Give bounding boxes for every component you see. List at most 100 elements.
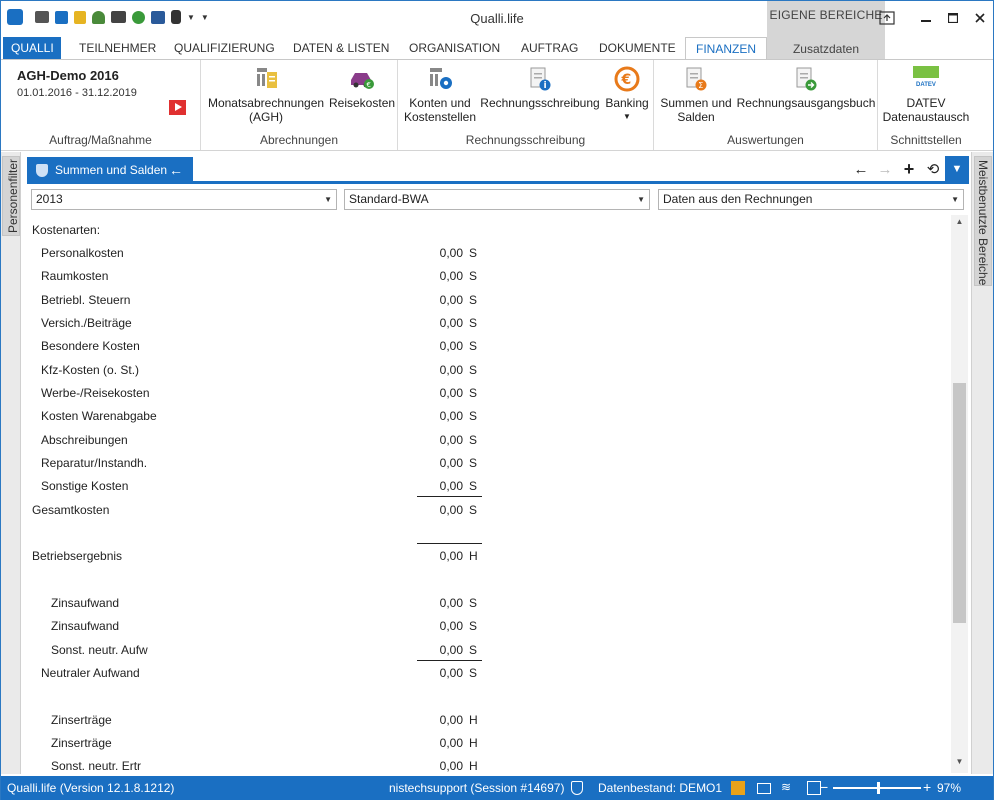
table-row: Zinserträge 0,00 H: [27, 733, 507, 755]
row-sh: H: [469, 549, 478, 563]
table-row: Kosten Warenabgabe 0,00 S: [27, 406, 507, 428]
euro-coin-icon: €: [614, 66, 640, 92]
panel-dropdown-icon[interactable]: ▼: [945, 155, 969, 183]
zoom-out-icon[interactable]: −: [820, 780, 834, 794]
summen-salden-button[interactable]: Σ Summen und Salden: [658, 66, 734, 124]
row-value: 0,00: [439, 549, 463, 563]
row-sh: S: [469, 456, 478, 470]
window-layout-icon[interactable]: [807, 781, 821, 795]
group-rechnungsschreibung: Konten und Kostenstellen Rechnungsschrei…: [398, 60, 654, 150]
row-label: Zinserträge: [51, 736, 112, 750]
session-text: nistechsupport (Session #14697): [389, 781, 565, 795]
zoom-in-icon[interactable]: +: [923, 780, 937, 794]
row-value: 0,00: [439, 363, 463, 377]
row-value: 0,00: [439, 643, 463, 657]
back-arrow-icon[interactable]: ←: [169, 157, 183, 184]
datev-button[interactable]: DATEV DATEV Datenaustausch: [882, 66, 970, 124]
row-sh: S: [469, 596, 478, 610]
row-value: 0,00: [439, 736, 463, 750]
scroll-thumb[interactable]: [953, 383, 966, 623]
row-value: 0,00: [439, 339, 463, 353]
maximize-icon[interactable]: [939, 1, 966, 35]
play-icon[interactable]: [169, 100, 186, 115]
tab-qualli[interactable]: QUALLI: [3, 37, 61, 59]
row-label: Besondere Kosten: [41, 339, 140, 353]
restore-panel-icon[interactable]: [873, 1, 900, 35]
monatsabrechnungen-sublabel: (AGH): [249, 110, 283, 124]
reisekosten-button[interactable]: € Reisekosten: [329, 66, 395, 110]
report-select[interactable]: Standard-BWA ▼: [344, 189, 650, 210]
row-value: 0,00: [439, 479, 463, 493]
row-value: 0,00: [439, 666, 463, 680]
group-label-abrechnungen: Abrechnungen: [259, 133, 339, 147]
notification-icon[interactable]: [731, 781, 745, 795]
group-abrechnungen: Monatsabrechnungen (AGH) € Reisekosten A…: [201, 60, 398, 150]
datev-label: DATEV: [906, 96, 946, 110]
zoom-slider[interactable]: [833, 782, 921, 794]
datev-logo-text: DATEV: [913, 78, 939, 92]
rechnungsausgangsbuch-button[interactable]: Rechnungsausgangsbuch: [736, 66, 876, 110]
row-value: 0,00: [439, 713, 463, 727]
tab-auftrag[interactable]: AUFTRAG: [513, 37, 586, 59]
nav-forward-icon[interactable]: →: [873, 161, 897, 178]
svg-text:Σ: Σ: [698, 81, 703, 90]
minimize-icon[interactable]: [912, 1, 939, 35]
row-label: Betriebl. Steuern: [41, 293, 131, 307]
section-heading: Kostenarten:: [27, 220, 507, 242]
row-label: Sonst. neutr. Ertr: [51, 759, 142, 773]
mail-icon[interactable]: [757, 783, 771, 794]
konten-label: Konten und: [409, 96, 471, 110]
row-label: Gesamtkosten: [32, 503, 110, 517]
left-side-panel: Personenfilter: [1, 152, 21, 774]
row-label: Betriebsergebnis: [32, 549, 123, 563]
row-value: 0,00: [439, 293, 463, 307]
window-controls: [873, 1, 993, 35]
meistbenutzte-bereiche-tab[interactable]: Meistbenutzte Bereiche: [974, 156, 992, 286]
row-value: 0,00: [439, 596, 463, 610]
tab-daten-listen[interactable]: DATEN & LISTEN: [285, 37, 397, 59]
konten-kostenstellen-button[interactable]: Konten und Kostenstellen: [402, 66, 478, 124]
reload-icon[interactable]: ⟲: [921, 160, 945, 178]
kostenstellen-label: Kostenstellen: [403, 110, 477, 124]
ribbon: AGH-Demo 2016 01.01.2016 - 31.12.2019 Au…: [1, 59, 993, 151]
personenfilter-label: Personenfilter: [6, 158, 20, 233]
row-label: Neutraler Aufwand: [41, 666, 140, 680]
rechnungsschreibung-button[interactable]: Rechnungsschreibung: [480, 66, 600, 110]
row-sh: H: [469, 759, 478, 773]
tab-organisation[interactable]: ORGANISATION: [401, 37, 508, 59]
scroll-up-icon[interactable]: ▲: [951, 217, 968, 231]
svg-text:€: €: [367, 81, 371, 89]
row-sh: S: [469, 619, 478, 633]
version-text: Qualli.life (Version 12.1.8.1212): [7, 781, 175, 795]
nav-back-icon[interactable]: ←: [849, 161, 873, 178]
row-label: Reparatur/Instandh.: [41, 456, 148, 470]
shield-status-icon[interactable]: [571, 781, 583, 795]
banking-label: Banking: [605, 96, 649, 110]
row-sh: S: [469, 269, 478, 283]
row-sh: S: [469, 246, 478, 260]
source-select[interactable]: Daten aus den Rechnungen ▼: [658, 189, 964, 210]
scroll-down-icon[interactable]: ▼: [951, 757, 968, 771]
banking-button[interactable]: € Banking ▼: [602, 66, 652, 124]
tab-dokumente[interactable]: DOKUMENTE: [591, 37, 684, 59]
row-sh: S: [469, 363, 478, 377]
source-dropdown-icon: ▼: [951, 195, 959, 204]
tab-teilnehmer[interactable]: TEILNEHMER: [71, 37, 164, 59]
tab-zusatzdaten[interactable]: Zusatzdaten: [767, 42, 885, 56]
row-label: Zinserträge: [51, 713, 112, 727]
tab-qualifizierung[interactable]: QUALIFIZIERUNG: [166, 37, 283, 59]
year-select[interactable]: 2013 ▼: [31, 189, 337, 210]
invoice-info-icon: [527, 66, 553, 92]
table-row: Zinsaufwand 0,00 S: [27, 616, 507, 638]
datenbestand-text: Datenbestand: DEMO1: [598, 781, 723, 795]
monatsabrechnungen-button[interactable]: Monatsabrechnungen (AGH): [206, 66, 326, 124]
vertical-scrollbar[interactable]: ▲ ▼: [951, 215, 968, 773]
wifi-icon[interactable]: ≋: [781, 780, 795, 794]
personenfilter-tab[interactable]: Personenfilter: [2, 156, 20, 236]
row-sh: S: [469, 316, 478, 330]
close-icon[interactable]: [966, 1, 993, 35]
add-icon[interactable]: +: [897, 159, 921, 180]
reisekosten-label: Reisekosten: [329, 96, 396, 110]
tab-summen-und-salden[interactable]: Summen und Salden ←: [27, 157, 193, 184]
tab-finanzen[interactable]: FINANZEN: [685, 37, 767, 60]
